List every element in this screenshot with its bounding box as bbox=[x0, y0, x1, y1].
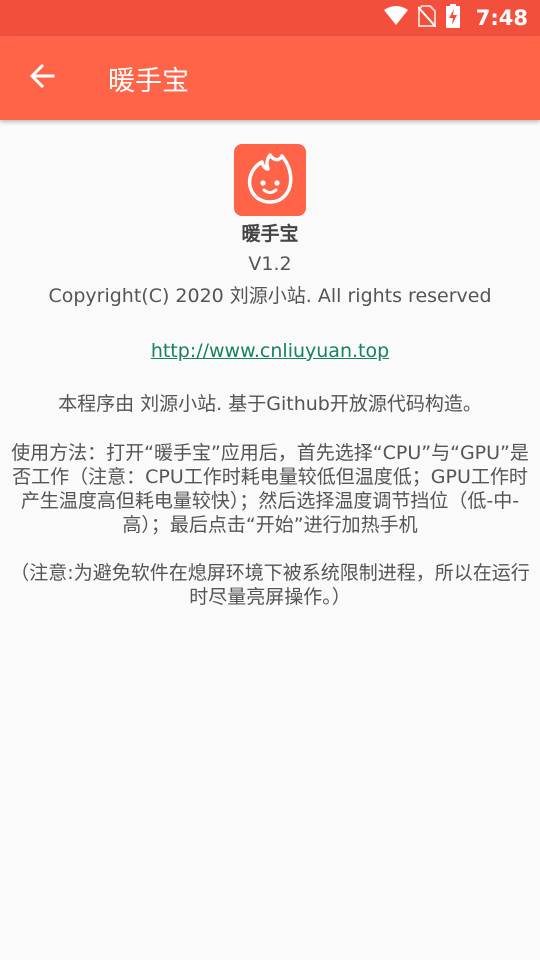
arrow-left-icon bbox=[29, 63, 55, 93]
app-logo bbox=[234, 144, 306, 216]
app-version: V1.2 bbox=[248, 253, 292, 275]
about-content: 暖手宝 V1.2 Copyright(C) 2020 刘源小站. All rig… bbox=[0, 144, 540, 609]
app-bar: 暖手宝 bbox=[0, 36, 540, 120]
source-note: 本程序由 刘源小站. 基于Github开放源代码构造。 bbox=[58, 393, 482, 415]
app-name: 暖手宝 bbox=[241, 223, 299, 245]
flame-face-icon bbox=[246, 152, 294, 208]
back-button[interactable] bbox=[0, 36, 84, 120]
usage-instructions: 使用方法：打开“暖手宝”应用后，首先选择“CPU”与“GPU”是否工作（注意：C… bbox=[11, 442, 529, 536]
status-bar: 7:48 bbox=[0, 0, 540, 36]
wifi-icon bbox=[383, 6, 408, 30]
status-time: 7:48 bbox=[475, 6, 528, 30]
copyright-text: Copyright(C) 2020 刘源小站. All rights reser… bbox=[48, 285, 492, 307]
screen-on-notice: （注意:为避免软件在熄屏环境下被系统限制进程，所以在运行时尽量亮屏操作。） bbox=[10, 562, 530, 608]
website-link[interactable]: http://www.cnliuyuan.top bbox=[151, 335, 389, 367]
no-sim-icon bbox=[417, 5, 437, 31]
battery-charging-icon bbox=[445, 4, 460, 32]
app-bar-title: 暖手宝 bbox=[108, 65, 189, 97]
